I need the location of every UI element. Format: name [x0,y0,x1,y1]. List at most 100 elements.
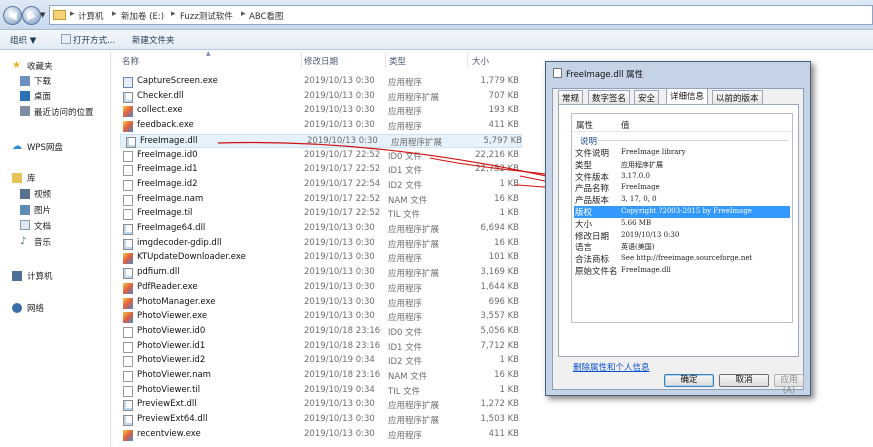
file-row[interactable]: PreviewExt64.dll 2019/10/13 0:30 应用程序扩展 1,5… [118,413,528,428]
file-type: 应用程序扩展 [388,269,440,280]
file-type: 应用程序 [388,78,423,88]
file-name: PhotoViewer.til [137,384,201,395]
download-icon [20,76,30,86]
sidebar-item-music[interactable]: 音乐 [34,236,51,248]
file-row[interactable]: FreeImage64.dll 2019/10/13 0:30 应用程序扩展 6,69… [118,222,528,237]
file-row[interactable]: recentview.exe 2019/10/13 0:30 应用程序 411 KB [118,428,528,443]
file-name: FreeImage.id0 [137,149,198,160]
header-property[interactable]: 属性 [576,119,593,131]
column-divider[interactable] [301,52,302,68]
header-value[interactable]: 值 [621,119,630,131]
column-divider[interactable] [467,52,468,68]
file-row[interactable]: PhotoViewer.exe 2019/10/13 0:30 应用程序 3,557 … [118,310,528,325]
file-row[interactable]: PreviewExt.dll 2019/10/13 0:30 应用程序扩展 1,272… [118,398,528,413]
column-date[interactable]: 修改日期 [304,55,338,67]
computer-icon [12,271,22,281]
column-divider[interactable] [385,52,386,68]
file-type: 应用程序 [388,430,423,441]
new-folder-button[interactable]: 新建文件夹 [132,34,175,46]
breadcrumb-computer[interactable]: 计算机 [78,10,104,22]
file-row[interactable]: PhotoViewer.id1 2019/10/18 23:16 ID1 文件 7,7… [118,340,528,355]
file-row[interactable]: Checker.dll 2019/10/13 0:30 应用程序扩展 707 KB [118,90,528,105]
file-row[interactable]: PdfReader.exe 2019/10/13 0:30 应用程序 1,644 KB [118,281,528,296]
property-row[interactable]: 原始文件名 FreeImage.dll [574,265,790,277]
file-row[interactable]: CaptureScreen.exe 2019/10/13 0:30 应用程序 1,77… [118,75,528,90]
file-row[interactable]: KTUpdateDownloader.exe 2019/10/13 0:30 应用程… [118,251,528,266]
file-row[interactable]: PhotoViewer.id2 2019/10/19 0:34 ID2 文件 1 KB [118,354,528,369]
chevron-down-icon[interactable]: ▼ [40,11,48,19]
sidebar-item-recent[interactable]: 最近访问的位置 [34,106,94,118]
sidebar-item-wps[interactable]: WPS网盘 [27,141,63,153]
sidebar-item-downloads[interactable]: 下载 [34,75,51,87]
remove-properties-link[interactable]: 删除属性和个人信息 [573,361,650,373]
property-row[interactable]: 产品版本 3, 17, 0, 0 [574,194,790,206]
file-type: 应用程序 [388,313,423,324]
property-row[interactable]: 大小 5.66 MB [574,218,790,230]
tab-previous-versions[interactable]: 以前的版本 [712,90,763,104]
file-row[interactable]: imgdecoder-gdip.dll 2019/10/13 0:30 应用程序扩展… [118,237,528,252]
file-row[interactable]: collect.exe 2019/10/13 0:30 应用程序 193 KB [118,104,528,119]
sidebar-item-favorites[interactable]: 收藏夹 [27,60,53,72]
file-date: 2019/10/13 0:30 [304,120,375,131]
open-with-button[interactable]: 打开方式... [73,34,115,46]
document-icon [20,220,30,230]
library-icon [12,173,22,183]
file-type: ID0 文件 [388,327,423,338]
column-size[interactable]: 大小 [472,55,489,67]
property-value: See http://freeimage.sourceforge.net [621,254,753,263]
file-row[interactable]: FreeImage.dll 2019/10/13 0:30 应用程序扩展 5,797 … [120,133,522,149]
sidebar-item-pictures[interactable]: 图片 [34,204,51,216]
property-row[interactable]: 文件版本 3.17.0.0 [574,171,790,183]
file-row[interactable]: FreeImage.id0 2019/10/17 22:52 ID0 文件 22,21… [118,149,528,164]
cancel-button[interactable]: 取消 [719,374,769,387]
sidebar-item-network[interactable]: 网络 [27,302,44,314]
property-list[interactable]: 属性 值 说明 文件说明 FreeImage library 类型 应用程序扩展 文件版… [571,113,793,323]
property-row[interactable]: 语言 英语(美国) [574,241,790,253]
sidebar-item-documents[interactable]: 文档 [34,220,51,232]
tab-security[interactable]: 安全 [634,90,660,104]
sidebar-item-videos[interactable]: 视频 [34,188,51,200]
property-value: FreeImage.dll [621,266,671,274]
file-type: 应用程序扩展 [388,401,440,412]
tab-digital-signature[interactable]: 数字签名 [588,90,631,104]
file-row[interactable]: FreeImage.nam 2019/10/17 22:52 NAM 文件 16 KB [118,193,528,208]
file-icon [123,341,133,353]
property-row[interactable]: 合法商标 See http://freeimage.sourceforge.net [574,253,790,265]
file-size: 707 KB [488,90,519,101]
file-row[interactable]: PhotoViewer.nam 2019/10/18 23:16 NAM 文件 16 … [118,369,528,384]
breadcrumb-drive[interactable]: 新加卷 (E:) [121,10,164,22]
property-row[interactable]: 版权 Copyright ?2003-2015 by FreeImage [574,206,790,218]
property-row[interactable]: 修改日期 2019/10/13 0:30 [574,230,790,242]
sidebar-item-libraries[interactable]: 库 [27,172,36,184]
file-row[interactable]: PhotoManager.exe 2019/10/13 0:30 应用程序 696 K… [118,296,528,311]
file-row[interactable]: pdfium.dll 2019/10/13 0:30 应用程序扩展 3,169 KB [118,266,528,281]
dll-icon [123,91,133,103]
column-name[interactable]: 名称 [122,55,139,67]
file-row[interactable]: PhotoViewer.id0 2019/10/18 23:16 ID0 文件 5,0… [118,325,528,340]
property-row[interactable]: 类型 应用程序扩展 [574,159,790,171]
file-row[interactable]: FreeImage.til 2019/10/17 22:52 TIL 文件 1 KB [118,207,528,222]
file-type: 应用程序扩展 [388,239,440,250]
file-row[interactable]: PhotoViewer.til 2019/10/19 0:34 TIL 文件 1 KB [118,384,528,399]
breadcrumb-abc[interactable]: ABC看图 [249,10,283,22]
breadcrumb-fuzz[interactable]: Fuzz测试软件 [180,10,233,22]
file-date: 2019/10/13 0:30 [304,90,375,101]
column-type[interactable]: 类型 [389,55,406,67]
property-row[interactable]: 文件说明 FreeImage library [574,147,790,159]
file-row[interactable]: FreeImage.id1 2019/10/17 22:52 ID1 文件 22,75… [118,163,528,178]
back-button[interactable]: ◀ [3,6,22,25]
sidebar-item-computer[interactable]: 计算机 [27,270,53,282]
sidebar-item-desktop[interactable]: 桌面 [34,90,51,102]
ok-button[interactable]: 确定 [664,374,714,387]
apply-button[interactable]: 应用(A) [774,374,804,396]
property-row[interactable]: 产品名称 FreeImage [574,182,790,194]
file-row[interactable]: feedback.exe 2019/10/13 0:30 应用程序 411 KB [118,119,528,134]
tab-details[interactable]: 详细信息 [666,88,709,104]
file-row[interactable]: FreeImage.id2 2019/10/17 22:54 ID2 文件 1 KB [118,178,528,193]
file-size: 16 KB [494,237,519,248]
tab-general[interactable]: 常规 [558,90,584,104]
forward-button[interactable]: ▶ [22,6,41,25]
dll-icon [123,238,133,250]
address-bar[interactable]: ▸ 计算机 ▸ 新加卷 (E:) ▸ Fuzz测试软件 ▸ ABC看图 [49,5,873,25]
organize-button[interactable]: 组织 ▼ [10,34,36,46]
